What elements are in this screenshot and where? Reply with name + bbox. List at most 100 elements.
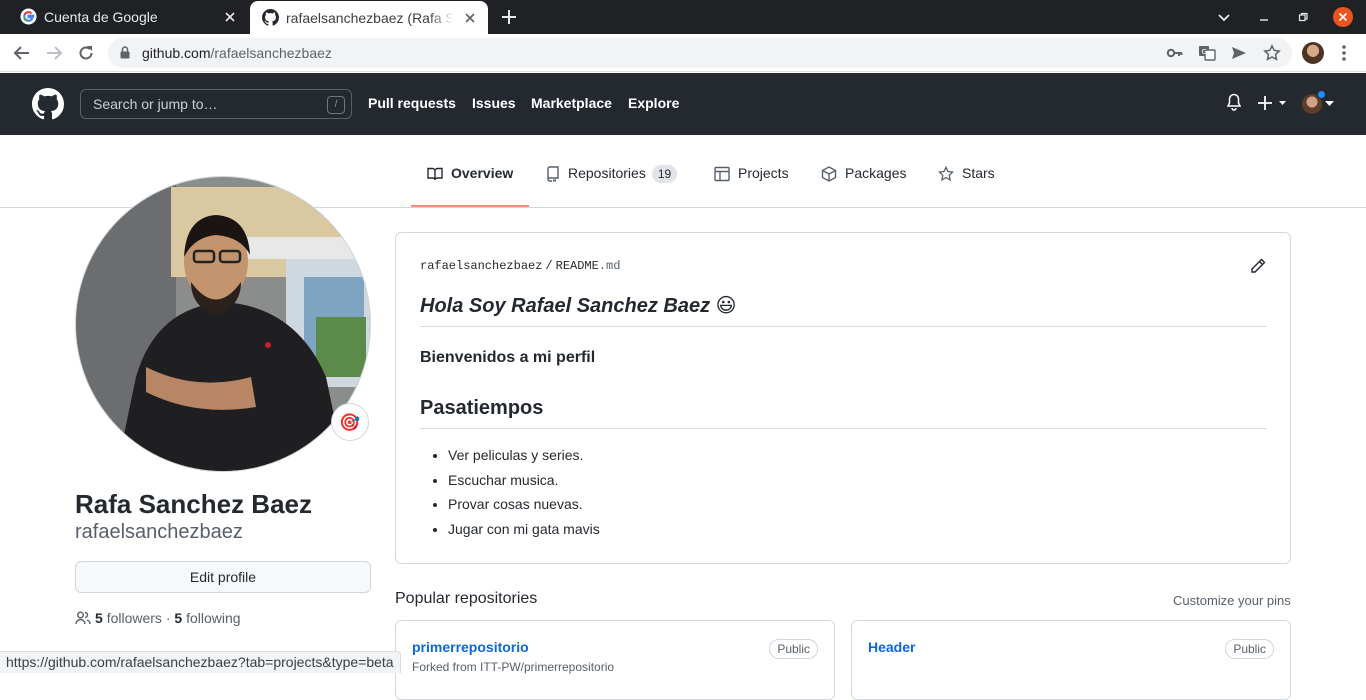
bookmark-star-icon[interactable]	[1263, 44, 1281, 62]
url-path: /rafaelsanchezbaez	[210, 45, 332, 61]
following-link[interactable]: 5 following	[174, 610, 240, 626]
lock-icon[interactable]	[120, 46, 130, 59]
tab-stars[interactable]: Stars	[938, 165, 995, 207]
tab-label: Repositories	[568, 165, 646, 181]
browser-profile-avatar[interactable]	[1302, 42, 1324, 64]
status-emoji: 🎯	[339, 412, 361, 432]
list-item: Provar cosas nuevas.	[448, 495, 600, 520]
address-bar[interactable]: github.com/rafaelsanchezbaez G	[108, 38, 1292, 68]
send-icon[interactable]	[1230, 44, 1248, 62]
nav-pull-requests[interactable]: Pull requests	[368, 95, 456, 111]
pencil-edit-icon[interactable]	[1250, 258, 1266, 274]
new-tab-icon[interactable]	[500, 8, 518, 26]
github-logo-icon[interactable]	[32, 88, 64, 120]
minimize-icon[interactable]	[1248, 0, 1280, 34]
browser-toolbar: github.com/rafaelsanchezbaez G	[0, 34, 1366, 72]
book-icon	[427, 167, 443, 181]
browser-tab-strip: Cuenta de Google rafaelsanchezbaez (Rafa…	[0, 0, 1366, 34]
key-icon[interactable]	[1166, 44, 1184, 62]
readme-file-base: README	[555, 259, 599, 273]
close-window-icon[interactable]	[1327, 0, 1359, 34]
tab-label: Projects	[738, 165, 789, 181]
tab-label: Stars	[962, 165, 995, 181]
readme-owner-link[interactable]: rafaelsanchezbaez	[420, 259, 542, 273]
url-host: github.com	[142, 45, 211, 61]
svg-text:G: G	[1202, 48, 1207, 56]
following-count: 5	[174, 610, 183, 626]
create-new-plus-icon[interactable]	[1258, 95, 1288, 111]
tab-overview[interactable]: Overview	[411, 165, 529, 207]
tab-search-chevron-icon[interactable]	[1208, 0, 1240, 34]
nav-issues[interactable]: Issues	[472, 95, 516, 111]
package-icon	[821, 166, 837, 182]
repo-icon	[547, 166, 559, 182]
list-item: Jugar con mi gata mavis	[448, 520, 600, 545]
people-icon	[75, 611, 91, 625]
popular-repos-title: Popular repositories	[395, 590, 538, 607]
profile-photo	[76, 177, 370, 471]
following-label: following	[186, 610, 241, 626]
translate-icon[interactable]: G	[1198, 44, 1216, 62]
profile-full-name: Rafa Sanchez Baez	[75, 489, 312, 519]
profile-username: rafaelsanchezbaez	[75, 521, 243, 543]
browser-tab-github-profile[interactable]: rafaelsanchezbaez (Rafa Sanchez Baez)	[250, 1, 488, 34]
github-icon	[262, 9, 279, 26]
forked-from-text: Forked from ITT-PW/primerrepositorio	[412, 660, 615, 674]
github-header: Search or jump to… / Pull requests Issue…	[0, 73, 1366, 135]
forward-arrow-icon[interactable]	[42, 41, 66, 65]
breadcrumb-separator: /	[545, 259, 553, 273]
repo-name-link[interactable]: primerrepositorio	[412, 639, 529, 655]
avatar-dropdown-caret-icon[interactable]	[1325, 101, 1334, 107]
followers-count: 5	[95, 610, 103, 626]
tab-packages[interactable]: Packages	[821, 165, 906, 207]
readme-breadcrumb: rafaelsanchezbaez / README.md	[420, 259, 620, 273]
nav-marketplace[interactable]: Marketplace	[531, 95, 612, 111]
search-placeholder: Search or jump to…	[93, 96, 218, 112]
repo-name-link[interactable]: Header	[868, 639, 915, 655]
followers-link[interactable]: 5 followers	[95, 610, 162, 626]
readme-section-title: Pasatiempos	[420, 397, 1267, 429]
repo-card: primerrepositorio Public Forked from ITT…	[395, 620, 835, 700]
tab-repositories[interactable]: Repositories 19	[546, 165, 678, 207]
notifications-bell-icon[interactable]	[1226, 93, 1242, 111]
readme-subheading: Bienvenidos a mi perfil	[420, 349, 596, 366]
link-preview-status-bar: https://github.com/rafaelsanchezbaez?tab…	[0, 651, 401, 673]
tab-label: Packages	[845, 165, 907, 181]
follow-stats: 5 followers · 5 following	[75, 610, 241, 626]
profile-readme: rafaelsanchezbaez / README.md Hola Soy Raf…	[395, 232, 1291, 564]
edit-profile-button[interactable]: Edit profile	[75, 561, 371, 593]
customize-pins-link[interactable]: Customize your pins	[1173, 593, 1291, 608]
search-input[interactable]: Search or jump to… /	[80, 89, 352, 119]
tab-title: Cuenta de Google	[44, 9, 158, 25]
star-icon	[938, 166, 954, 182]
tab-title: rafaelsanchezbaez (Rafa Sanchez Baez)	[286, 9, 454, 26]
repo-count-badge: 19	[651, 165, 678, 183]
browser-menu-icon[interactable]	[1332, 41, 1356, 65]
browser-tab-google-account[interactable]: Cuenta de Google	[8, 0, 248, 34]
list-item: Escuchar musica.	[448, 471, 600, 496]
profile-avatar[interactable]	[75, 176, 371, 472]
nav-explore[interactable]: Explore	[628, 95, 679, 111]
restore-icon[interactable]	[1287, 0, 1319, 34]
readme-heading: Hola Soy Rafael Sanchez Baez 😃	[420, 293, 1267, 327]
readme-file-ext: .md	[598, 259, 621, 273]
tab-label: Overview	[451, 165, 514, 181]
status-badge[interactable]: 🎯	[331, 403, 369, 441]
reload-icon[interactable]	[74, 41, 98, 65]
search-shortcut-key: /	[327, 96, 345, 114]
close-tab-icon[interactable]	[462, 10, 478, 26]
google-g-icon	[20, 8, 37, 25]
readme-file-link[interactable]: README.md	[556, 259, 621, 273]
visibility-badge: Public	[1225, 639, 1274, 659]
follow-separator: ·	[165, 610, 171, 626]
back-arrow-icon[interactable]	[10, 41, 34, 65]
visibility-badge: Public	[769, 639, 818, 659]
hobbies-list: Ver peliculas y series. Escuchar musica.…	[448, 446, 600, 544]
url-text: github.com/rafaelsanchezbaez	[142, 45, 332, 61]
tab-projects[interactable]: Projects	[714, 165, 789, 207]
close-tab-icon[interactable]	[222, 9, 238, 25]
table-icon	[714, 166, 730, 182]
notification-dot	[1317, 90, 1326, 99]
list-item: Ver peliculas y series.	[448, 446, 600, 471]
followers-label: followers	[106, 610, 162, 626]
